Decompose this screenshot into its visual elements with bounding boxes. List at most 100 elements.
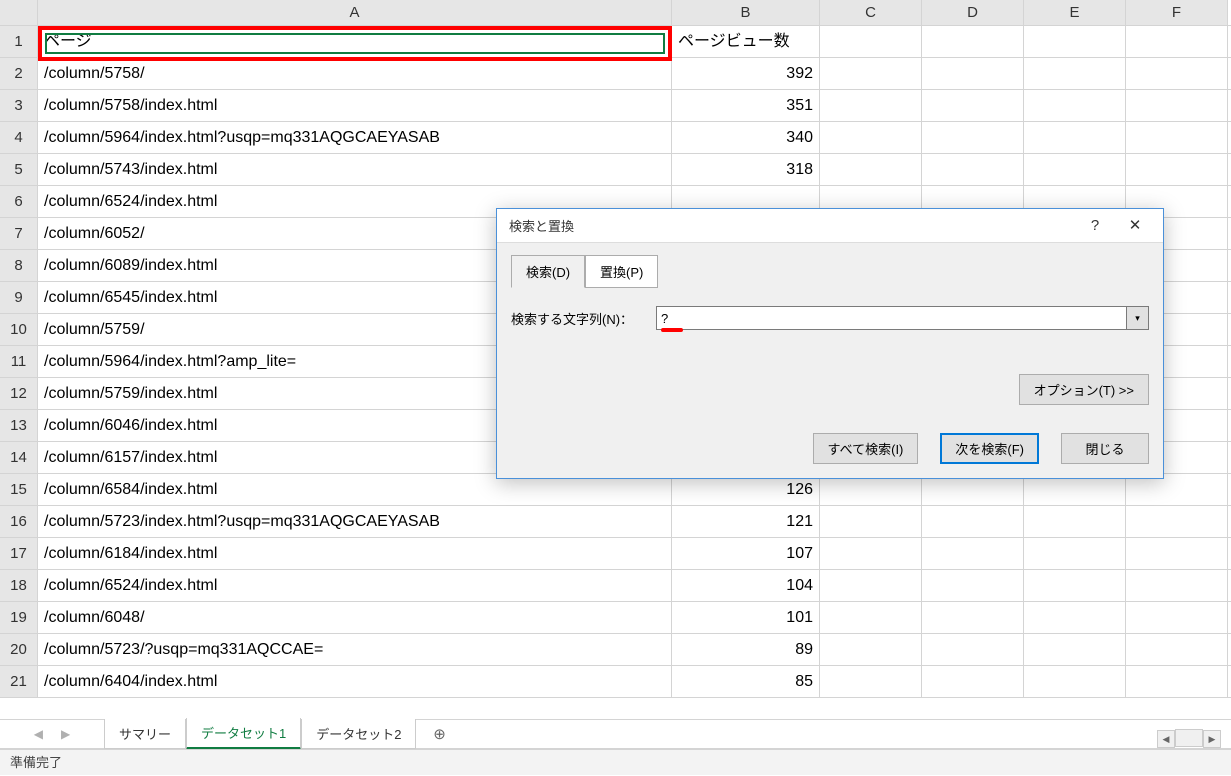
row-header[interactable]: 13 (0, 410, 38, 441)
find-all-button[interactable]: すべて検索(I) (813, 433, 919, 464)
cell[interactable] (1126, 666, 1228, 697)
row-header[interactable]: 20 (0, 634, 38, 665)
search-history-dropdown[interactable]: ▾ (1127, 306, 1149, 330)
cell[interactable] (1024, 602, 1126, 633)
cell[interactable] (1024, 26, 1126, 57)
cell[interactable] (1126, 154, 1228, 185)
cell[interactable] (922, 26, 1024, 57)
cell[interactable]: /column/6524/index.html (38, 570, 672, 601)
cell[interactable] (922, 602, 1024, 633)
horizontal-scrollbar[interactable]: ◀▶ (1157, 729, 1227, 747)
row-header[interactable]: 21 (0, 666, 38, 697)
dialog-titlebar[interactable]: 検索と置換 ? ✕ (497, 209, 1163, 243)
col-header-E[interactable]: E (1024, 0, 1126, 25)
row-header[interactable]: 3 (0, 90, 38, 121)
row-header[interactable]: 8 (0, 250, 38, 281)
cell[interactable] (1126, 26, 1228, 57)
cell[interactable] (820, 634, 922, 665)
cell[interactable] (1024, 154, 1126, 185)
cell[interactable]: /column/5723/index.html?usqp=mq331AQGCAE… (38, 506, 672, 537)
col-header-D[interactable]: D (922, 0, 1024, 25)
row-header[interactable]: 10 (0, 314, 38, 345)
cell[interactable]: 89 (672, 634, 820, 665)
cell[interactable] (1126, 506, 1228, 537)
help-icon[interactable]: ? (1075, 212, 1115, 240)
scroll-left-icon[interactable]: ◀ (1157, 730, 1175, 748)
cell[interactable] (820, 570, 922, 601)
row-header[interactable]: 5 (0, 154, 38, 185)
cell[interactable]: /column/5758/index.html (38, 90, 672, 121)
row-header[interactable]: 19 (0, 602, 38, 633)
cell[interactable] (1126, 122, 1228, 153)
row-header[interactable]: 16 (0, 506, 38, 537)
cell-B1[interactable]: ページビュー数 (672, 26, 820, 57)
sheet-tab-summary[interactable]: サマリー (104, 719, 186, 749)
cell[interactable]: /column/5723/?usqp=mq331AQCCAE= (38, 634, 672, 665)
row-header[interactable]: 2 (0, 58, 38, 89)
options-button[interactable]: オプション(T) >> (1019, 374, 1149, 405)
select-all-corner[interactable] (0, 0, 38, 25)
cell[interactable] (820, 90, 922, 121)
cell[interactable] (1024, 90, 1126, 121)
cell[interactable]: 351 (672, 90, 820, 121)
add-sheet-icon[interactable]: ⊕ (424, 725, 454, 743)
cell[interactable]: /column/6404/index.html (38, 666, 672, 697)
cell[interactable] (922, 90, 1024, 121)
row-header[interactable]: 18 (0, 570, 38, 601)
row-header[interactable]: 9 (0, 282, 38, 313)
cell[interactable] (820, 26, 922, 57)
cell[interactable] (1126, 90, 1228, 121)
cell[interactable]: 340 (672, 122, 820, 153)
cell[interactable] (1126, 538, 1228, 569)
row-header[interactable]: 14 (0, 442, 38, 473)
col-header-B[interactable]: B (672, 0, 820, 25)
cell[interactable]: /column/6048/ (38, 602, 672, 633)
cell-A1[interactable]: ページ (38, 26, 672, 57)
cell[interactable]: 121 (672, 506, 820, 537)
row-header[interactable]: 6 (0, 186, 38, 217)
cell[interactable] (820, 58, 922, 89)
cell[interactable] (922, 122, 1024, 153)
cell[interactable] (922, 634, 1024, 665)
cell[interactable] (820, 602, 922, 633)
cell[interactable] (1024, 538, 1126, 569)
scroll-right-icon[interactable]: ▶ (1203, 730, 1221, 748)
cell[interactable] (1024, 666, 1126, 697)
cell[interactable] (820, 666, 922, 697)
cell[interactable] (820, 506, 922, 537)
cell[interactable] (820, 538, 922, 569)
cell[interactable] (820, 154, 922, 185)
cell[interactable] (1126, 58, 1228, 89)
cell[interactable]: /column/6184/index.html (38, 538, 672, 569)
cell[interactable] (1024, 122, 1126, 153)
col-header-F[interactable]: F (1126, 0, 1228, 25)
cell[interactable] (1024, 506, 1126, 537)
row-header[interactable]: 11 (0, 346, 38, 377)
col-header-C[interactable]: C (820, 0, 922, 25)
cell[interactable] (1126, 570, 1228, 601)
cell[interactable] (1024, 634, 1126, 665)
tab-replace[interactable]: 置換(P) (585, 255, 658, 288)
cell[interactable]: 392 (672, 58, 820, 89)
cell[interactable]: /column/5964/index.html?usqp=mq331AQGCAE… (38, 122, 672, 153)
cell[interactable] (922, 570, 1024, 601)
sheet-tab-dataset2[interactable]: データセット2 (301, 719, 416, 749)
sheet-tab-dataset1[interactable]: データセット1 (186, 718, 301, 750)
sheet-nav-next-icon[interactable]: ▶ (61, 727, 70, 741)
cell[interactable] (1126, 602, 1228, 633)
row-header[interactable]: 15 (0, 474, 38, 505)
cell[interactable]: /column/5758/ (38, 58, 672, 89)
close-button[interactable]: 閉じる (1061, 433, 1149, 464)
cell[interactable]: 101 (672, 602, 820, 633)
cell[interactable] (1126, 634, 1228, 665)
cell[interactable]: 104 (672, 570, 820, 601)
scroll-track[interactable] (1175, 729, 1203, 747)
cell[interactable]: 85 (672, 666, 820, 697)
row-header[interactable]: 17 (0, 538, 38, 569)
sheet-nav-prev-icon[interactable]: ◀ (34, 727, 43, 741)
search-input[interactable] (656, 306, 1127, 330)
cell[interactable] (820, 122, 922, 153)
cell[interactable] (1024, 58, 1126, 89)
row-header[interactable]: 12 (0, 378, 38, 409)
cell[interactable] (1024, 570, 1126, 601)
